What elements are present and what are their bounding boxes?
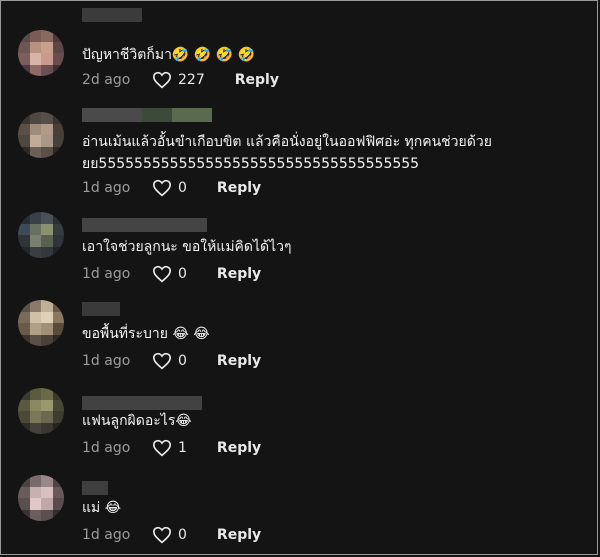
heart-outline-icon (152, 352, 172, 370)
comment-age: 1d ago (82, 180, 131, 196)
reply-button[interactable]: Reply (217, 353, 261, 369)
avatar[interactable] (18, 112, 64, 158)
like-button[interactable]: 0 (152, 265, 187, 283)
comment-age: 1d ago (82, 353, 131, 369)
username-blurred[interactable] (82, 396, 202, 410)
comment-text: อ่านเม้นแล้วอั้นขำเกือบขิต แล้วคือนั่งอย… (82, 134, 492, 172)
username-blurred[interactable] (82, 481, 108, 495)
comment-age: 1d ago (82, 266, 131, 282)
avatar[interactable] (18, 475, 64, 521)
avatar[interactable] (18, 30, 64, 76)
comment-meta: 1d ago 0 Reply (82, 264, 261, 284)
like-count: 1 (178, 440, 187, 456)
reply-button[interactable]: Reply (217, 440, 261, 456)
comment-meta: 1d ago 1 Reply (82, 438, 261, 458)
comment-text: เอาใจช่วยลูกนะ ขอให้แม่คิดได้ไวๆ (82, 239, 292, 255)
reply-button[interactable]: Reply (217, 266, 261, 282)
like-button[interactable]: 0 (152, 179, 187, 197)
like-button[interactable]: 0 (152, 352, 187, 370)
like-button[interactable]: 0 (152, 526, 187, 544)
like-count: 0 (178, 527, 187, 543)
like-button[interactable]: 1 (152, 439, 187, 457)
like-count: 0 (178, 266, 187, 282)
avatar[interactable] (18, 212, 64, 258)
comment-meta: 1d ago 0 Reply (82, 178, 261, 198)
like-count: 0 (178, 353, 187, 369)
reply-button[interactable]: Reply (217, 180, 261, 196)
avatar[interactable] (18, 388, 64, 434)
comment-age: 1d ago (82, 527, 131, 543)
reply-button[interactable]: Reply (217, 527, 261, 543)
comment-text: แม่ 😂 (82, 500, 122, 516)
username-blurred[interactable] (82, 8, 142, 22)
like-count: 227 (178, 72, 205, 88)
comment-text: แฟนลูกผิดอะไร😂 (82, 413, 192, 429)
heart-outline-icon (152, 265, 172, 283)
comment-text: ขอพื้นที่ระบาย 😂 😂 (82, 326, 210, 342)
comment-age: 2d ago (82, 72, 131, 88)
like-button[interactable]: 227 (152, 71, 205, 89)
reply-button[interactable]: Reply (235, 72, 279, 88)
heart-outline-icon (152, 439, 172, 457)
comment-meta: 1d ago 0 Reply (82, 351, 261, 371)
comment-list: ปัญหาชีวิตก็มา🤣 🤣 🤣 🤣 2d ago 227 Reply อ… (0, 0, 600, 557)
username-blurred[interactable] (82, 108, 212, 122)
comment-meta: 2d ago 227 Reply (82, 70, 279, 90)
username-blurred[interactable] (82, 218, 207, 232)
heart-outline-icon (152, 71, 172, 89)
avatar[interactable] (18, 300, 64, 346)
comment-age: 1d ago (82, 440, 131, 456)
comment-meta: 1d ago 0 Reply (82, 525, 261, 545)
heart-outline-icon (152, 526, 172, 544)
like-count: 0 (178, 180, 187, 196)
comment-text: ปัญหาชีวิตก็มา🤣 🤣 🤣 🤣 (82, 47, 256, 63)
heart-outline-icon (152, 179, 172, 197)
username-blurred[interactable] (82, 302, 120, 316)
